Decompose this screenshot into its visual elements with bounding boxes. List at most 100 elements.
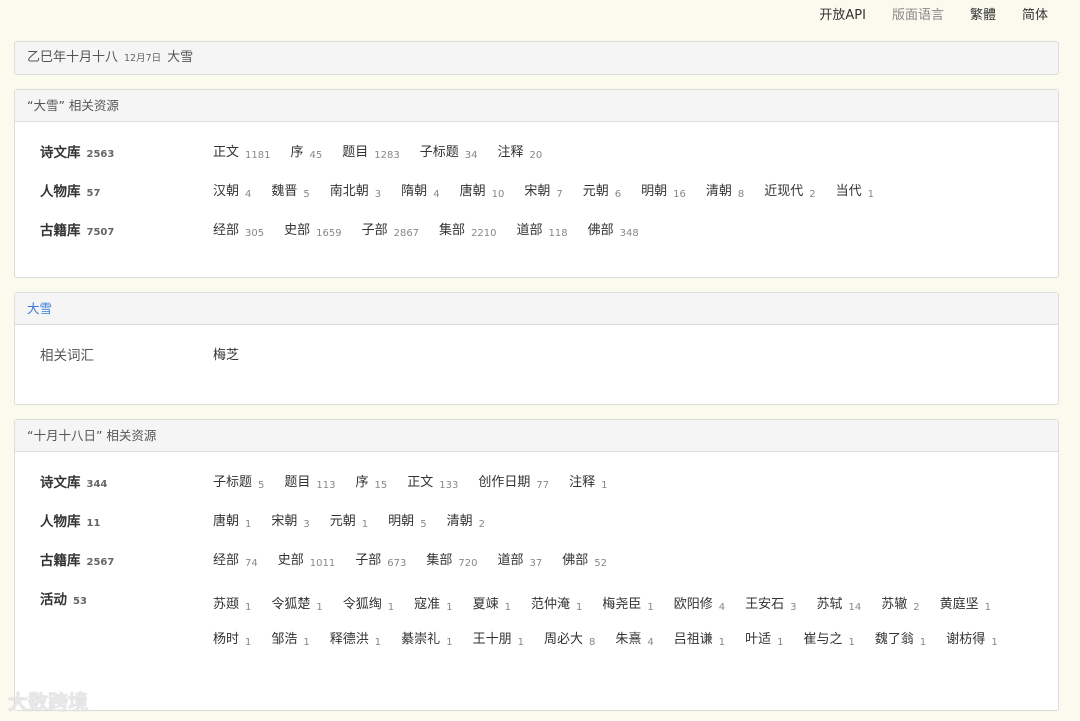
resource-item[interactable]: 唐朝 1: [213, 511, 251, 536]
resource-item[interactable]: 明朝 5: [388, 511, 426, 536]
resource-item[interactable]: 王安石 3: [745, 589, 796, 624]
resource-item[interactable]: 汉朝 4: [213, 181, 251, 206]
resource-item[interactable]: 经部 74: [213, 550, 258, 575]
item-name: 周必大: [543, 632, 583, 647]
row-count: 2567: [86, 557, 115, 568]
related-word[interactable]: 梅芝: [213, 345, 239, 367]
resource-item[interactable]: 清朝 8: [706, 181, 744, 206]
resource-item[interactable]: 唐朝 10: [460, 181, 505, 206]
resource-item[interactable]: 梅尧臣 1: [602, 589, 653, 624]
resource-item[interactable]: 叶适 1: [745, 624, 783, 659]
resource-item[interactable]: 子标题 34: [420, 142, 478, 167]
resource-item[interactable]: 邹浩 1: [271, 624, 309, 659]
resource-item[interactable]: 隋朝 4: [401, 181, 439, 206]
row-label-text: 古籍库: [40, 223, 81, 239]
item-name: 苏颋: [213, 597, 240, 612]
resource-item[interactable]: 吕祖谦 1: [674, 624, 725, 659]
resource-item[interactable]: 序 45: [290, 142, 322, 167]
row-label[interactable]: 诗文库 2563: [40, 142, 114, 166]
resource-item[interactable]: 南北朝 3: [330, 181, 381, 206]
item-name: 吕祖谦: [673, 632, 713, 647]
resource-item[interactable]: 题目 1283: [342, 142, 399, 167]
resource-item[interactable]: 子部 2867: [362, 220, 419, 245]
row-label[interactable]: 人物库 57: [40, 181, 100, 205]
resource-item[interactable]: 欧阳修 4: [674, 589, 725, 624]
row-label[interactable]: 古籍库 2567: [40, 550, 114, 574]
item-name: 子部: [361, 223, 388, 238]
layout-language-link[interactable]: 版面语言: [892, 4, 944, 23]
resource-item[interactable]: 史部 1011: [278, 550, 335, 575]
resource-item[interactable]: 杨时 1: [213, 624, 251, 659]
resource-item[interactable]: 明朝 16: [641, 181, 686, 206]
resource-item[interactable]: 序 15: [356, 472, 388, 497]
resource-item[interactable]: 夏竦 1: [473, 589, 511, 624]
resource-item[interactable]: 苏轼 14: [817, 589, 862, 624]
item-name: 道部: [497, 553, 524, 568]
item-count: 1: [517, 637, 524, 648]
resource-item[interactable]: 集部 720: [426, 550, 477, 575]
resource-item[interactable]: 綦崇礼 1: [401, 624, 452, 659]
resource-item[interactable]: 周必大 8: [544, 624, 595, 659]
item-count: 6: [614, 189, 622, 200]
item-name: 綦崇礼: [401, 632, 441, 647]
open-api-link[interactable]: 开放API: [819, 4, 866, 23]
resource-item[interactable]: 宋朝 3: [271, 511, 309, 536]
resource-item[interactable]: 元朝 1: [330, 511, 368, 536]
item-name: 经部: [213, 553, 240, 568]
resource-item[interactable]: 清朝 2: [447, 511, 485, 536]
resource-item[interactable]: 史部 1659: [284, 220, 341, 245]
resource-item[interactable]: 魏了翁 1: [875, 624, 926, 659]
row-label-text: 活动: [40, 592, 67, 608]
resource-item[interactable]: 正文 133: [407, 472, 458, 497]
row-label[interactable]: 活动 53: [40, 589, 87, 613]
resource-item[interactable]: 当代 1: [836, 181, 874, 206]
row-label[interactable]: 古籍库 7507: [40, 220, 114, 244]
row-label[interactable]: 人物库 11: [40, 511, 100, 535]
resource-item[interactable]: 令狐楚 1: [271, 589, 322, 624]
resource-item[interactable]: 令狐绹 1: [343, 589, 394, 624]
resource-item[interactable]: 道部 37: [497, 550, 542, 575]
resource-item[interactable]: 黄庭坚 1: [940, 589, 991, 624]
resource-item[interactable]: 经部 305: [213, 220, 264, 245]
item-name: 注释: [497, 145, 524, 160]
resource-item[interactable]: 苏颋 1: [213, 589, 251, 624]
traditional-chinese-link[interactable]: 繁體: [970, 4, 996, 23]
item-name: 子标题: [213, 475, 253, 490]
item-name: 释德洪: [329, 632, 369, 647]
resource-item[interactable]: 道部 118: [517, 220, 568, 245]
resource-item[interactable]: 佛部 52: [562, 550, 607, 575]
row-label[interactable]: 诗文库 344: [40, 472, 107, 496]
item-count: 720: [458, 558, 478, 569]
resource-item[interactable]: 崔与之 1: [804, 624, 855, 659]
panel-heading-link[interactable]: 大雪: [15, 293, 1058, 325]
resource-item[interactable]: 正文 1181: [213, 142, 270, 167]
resource-item[interactable]: 苏辙 2: [881, 589, 919, 624]
resource-item[interactable]: 题目 113: [284, 472, 335, 497]
resource-item[interactable]: 子部 673: [355, 550, 406, 575]
resource-item[interactable]: 注释 20: [497, 142, 542, 167]
resource-item[interactable]: 元朝 6: [583, 181, 621, 206]
resource-item[interactable]: 集部 2210: [439, 220, 496, 245]
item-name: 佛部: [587, 223, 614, 238]
resource-item[interactable]: 魏晋 5: [271, 181, 309, 206]
resource-item[interactable]: 宋朝 7: [524, 181, 562, 206]
resource-item[interactable]: 注释 1: [569, 472, 607, 497]
simplified-chinese-link[interactable]: 简体: [1022, 4, 1048, 23]
resource-item[interactable]: 释德洪 1: [330, 624, 381, 659]
item-count: 1: [601, 480, 608, 491]
panel-heading: “大雪” 相关资源: [15, 90, 1058, 122]
item-name: 元朝: [582, 184, 609, 199]
related-words-label: 相关词汇: [40, 348, 94, 364]
resource-item[interactable]: 寇准 1: [414, 589, 452, 624]
resource-item[interactable]: 佛部 348: [588, 220, 639, 245]
resource-item[interactable]: 谢枋得 1: [946, 624, 997, 659]
resource-item[interactable]: 子标题 5: [213, 472, 264, 497]
item-count: 77: [536, 480, 550, 491]
resource-item[interactable]: 创作日期 77: [478, 472, 549, 497]
resource-item[interactable]: 王十朋 1: [473, 624, 524, 659]
item-name: 欧阳修: [673, 597, 713, 612]
resource-item[interactable]: 朱熹 4: [615, 624, 653, 659]
resource-item[interactable]: 近现代 2: [764, 181, 815, 206]
item-name: 当代: [835, 184, 862, 199]
resource-item[interactable]: 范仲淹 1: [531, 589, 582, 624]
